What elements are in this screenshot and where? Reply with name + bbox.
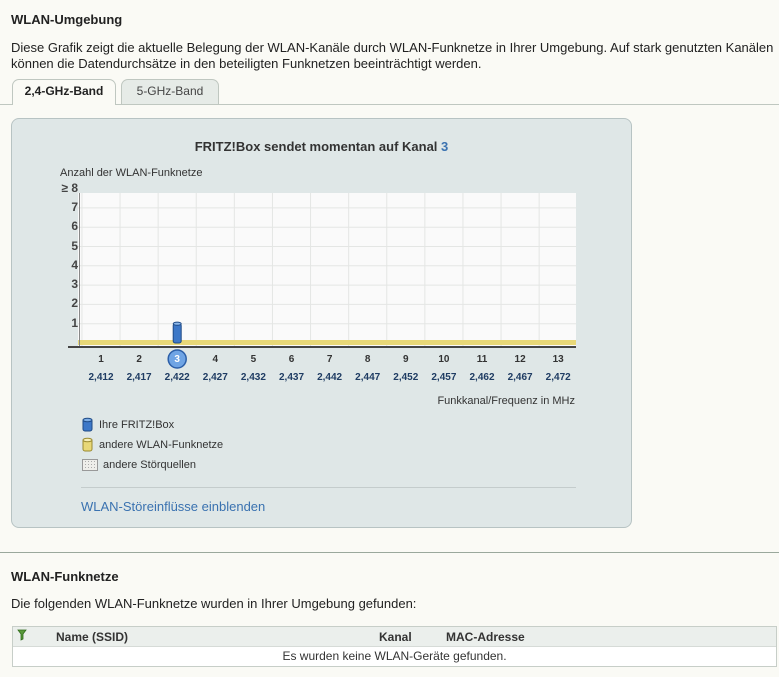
x-tick-frequency: 2,452 — [393, 372, 419, 383]
x-tick-frequency: 2,447 — [355, 372, 381, 383]
section-title-wlan-funknetze: WLAN-Funknetze — [11, 569, 119, 584]
x-tick-channel: 10 — [438, 354, 450, 365]
panel-divider — [81, 487, 576, 488]
tab-5-ghz[interactable]: 5-GHz-Band — [121, 79, 219, 104]
legend-item-other-networks: andere WLAN-Funknetze — [82, 437, 223, 453]
networks-description: Die folgenden WLAN-Funknetze wurden in I… — [11, 596, 417, 611]
column-header-channel[interactable]: Kanal — [379, 630, 412, 644]
x-tick-frequency: 2,467 — [507, 372, 533, 383]
section-title-wlan-umgebung: WLAN-Umgebung — [11, 12, 123, 27]
x-axis-title: Funkkanal/Frequenz in MHz — [437, 395, 575, 407]
fritzbox-bar — [172, 323, 182, 344]
other-network-cylinder-icon — [82, 437, 93, 452]
channel-chart-panel: FRITZ!Box sendet momentan auf Kanal 3 An… — [11, 118, 632, 528]
x-tick-channel: 2 — [136, 354, 142, 365]
x-tick-channel: 13 — [552, 354, 564, 365]
legend-label-fritzbox: Ihre FRITZ!Box — [99, 419, 175, 431]
x-tick-frequency: 2,427 — [202, 372, 228, 383]
x-tick-channel: 9 — [403, 354, 409, 365]
filter-icon[interactable] — [17, 629, 27, 641]
x-tick-channel: 12 — [514, 354, 526, 365]
networks-table: Name (SSID) Kanal MAC-Adresse Es wurden … — [12, 626, 777, 667]
column-header-ssid[interactable]: Name (SSID) — [56, 630, 128, 644]
column-header-mac[interactable]: MAC-Adresse — [446, 630, 525, 644]
x-tick-channel: 4 — [212, 354, 219, 365]
x-tick-frequency: 2,442 — [317, 372, 343, 383]
x-tick-frequency: 2,457 — [431, 372, 457, 383]
table-header: Name (SSID) Kanal MAC-Adresse — [13, 627, 776, 647]
x-tick-channel: 6 — [288, 354, 295, 365]
x-tick-frequency: 2,462 — [469, 372, 495, 383]
legend-label-other-networks: andere WLAN-Funknetze — [99, 439, 224, 451]
x-tick-frequency: 2,422 — [164, 372, 190, 383]
legend-label-interference: andere Störquellen — [103, 459, 196, 471]
legend-item-interference: andere Störquellen — [82, 457, 196, 473]
tab-bar-line — [0, 104, 779, 105]
section-description: Diese Grafik zeigt die aktuelle Belegung… — [11, 40, 774, 71]
legend-item-fritzbox: Ihre FRITZ!Box — [82, 417, 174, 433]
x-tick-channel: 1 — [98, 354, 104, 365]
tab-2-4-ghz[interactable]: 2,4-GHz-Band — [12, 79, 116, 105]
fritzbox-cylinder-icon — [82, 417, 93, 432]
x-tick-frequency: 2,417 — [126, 372, 152, 383]
fritzbox-bar-top — [172, 321, 182, 326]
x-tick-channel: 5 — [250, 354, 257, 365]
x-tick-frequency: 2,437 — [278, 372, 305, 383]
x-tick-frequency: 2,412 — [88, 372, 114, 383]
chart-marks — [167, 321, 187, 369]
x-tick-channel: 8 — [364, 354, 371, 365]
show-interference-link[interactable]: WLAN-Störeinflüsse einblenden — [81, 499, 265, 514]
section-divider — [0, 552, 779, 553]
interference-pattern-icon — [82, 459, 98, 472]
x-tick-channel: 7 — [326, 354, 333, 365]
table-empty-message: Es wurden keine WLAN-Geräte gefunden. — [282, 649, 507, 663]
x-tick-frequency: 2,432 — [240, 372, 266, 383]
x-tick-channel: 11 — [476, 354, 488, 365]
x-tick-channel: 3 — [174, 354, 180, 365]
x-tick-frequency: 2,472 — [545, 372, 571, 383]
